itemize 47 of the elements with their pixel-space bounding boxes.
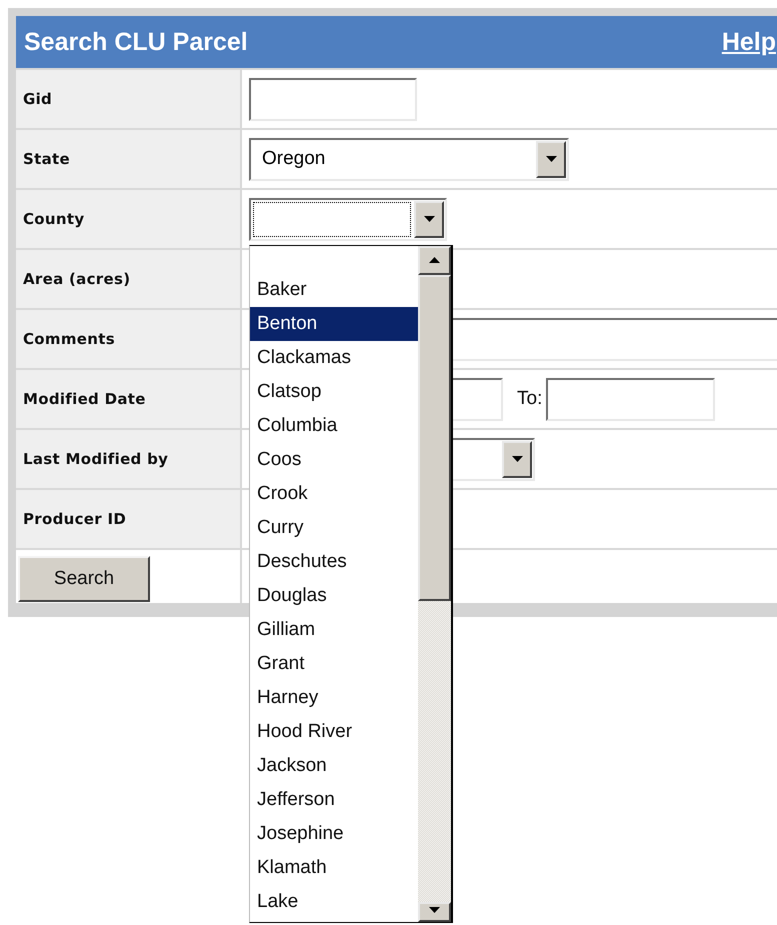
dropdown-option[interactable]: Jackson bbox=[250, 748, 418, 782]
field-label: Gid bbox=[16, 70, 240, 128]
panel-title: Search CLU Parcel bbox=[24, 28, 248, 56]
dropdown-option[interactable]: Coos bbox=[250, 442, 418, 476]
text-field[interactable] bbox=[249, 78, 417, 120]
dropdown-option[interactable]: Douglas bbox=[250, 578, 418, 612]
dropdown-option[interactable]: Harney bbox=[250, 680, 418, 714]
dropdown-field[interactable] bbox=[249, 198, 447, 240]
to-label: To: bbox=[517, 388, 542, 410]
caret-icon bbox=[546, 156, 556, 162]
field-label: Modified Date bbox=[16, 370, 240, 428]
dropdown-option[interactable]: Clatsop bbox=[250, 374, 418, 408]
search-button[interactable]: Search bbox=[18, 556, 150, 602]
down-arrow-icon bbox=[429, 906, 440, 912]
dropdown-option[interactable]: Deschutes bbox=[250, 544, 418, 578]
dropdown-option[interactable]: Benton bbox=[250, 306, 418, 340]
scrollbar-thumb[interactable] bbox=[418, 274, 451, 600]
dropdown-option[interactable]: Josephine bbox=[250, 816, 418, 850]
dropdown-option[interactable]: Gilliam bbox=[250, 612, 418, 646]
scroll-up-button[interactable] bbox=[418, 246, 451, 274]
selected-value: Oregon bbox=[261, 147, 326, 171]
field-label: Last Modified by bbox=[16, 430, 240, 488]
dropdown-button[interactable] bbox=[414, 200, 444, 238]
dropdown-option[interactable]: Crook bbox=[250, 476, 418, 510]
dropdown-option[interactable]: Jefferson bbox=[250, 782, 418, 816]
dropdown-field[interactable]: Oregon bbox=[249, 138, 569, 180]
field-label: Producer ID bbox=[16, 490, 240, 548]
dropdown-option[interactable]: Columbia bbox=[250, 408, 418, 442]
help-link[interactable]: Help bbox=[722, 28, 776, 56]
caret-icon bbox=[424, 216, 434, 222]
up-arrow-icon bbox=[429, 257, 440, 263]
dropdown-option[interactable]: Grant bbox=[250, 646, 418, 680]
dropdown-option[interactable]: Lake bbox=[250, 884, 418, 918]
dropdown-option[interactable]: Clackamas bbox=[250, 340, 418, 374]
field-label: Comments bbox=[16, 310, 240, 368]
dropdown-button[interactable] bbox=[536, 140, 566, 178]
field-label: County bbox=[16, 190, 240, 248]
field-label: Area (acres) bbox=[16, 250, 240, 308]
caret-icon bbox=[512, 456, 522, 462]
field-label: State bbox=[16, 130, 240, 188]
dropdown-option[interactable]: Curry bbox=[250, 510, 418, 544]
dropdown-option[interactable]: Hood River bbox=[250, 714, 418, 748]
scroll-down-button[interactable] bbox=[418, 902, 451, 922]
dropdown-button[interactable] bbox=[502, 440, 532, 478]
date-field[interactable] bbox=[546, 378, 716, 420]
dropdown-option[interactable]: Klamath bbox=[250, 850, 418, 884]
dropdown-option[interactable]: Baker bbox=[250, 272, 418, 306]
